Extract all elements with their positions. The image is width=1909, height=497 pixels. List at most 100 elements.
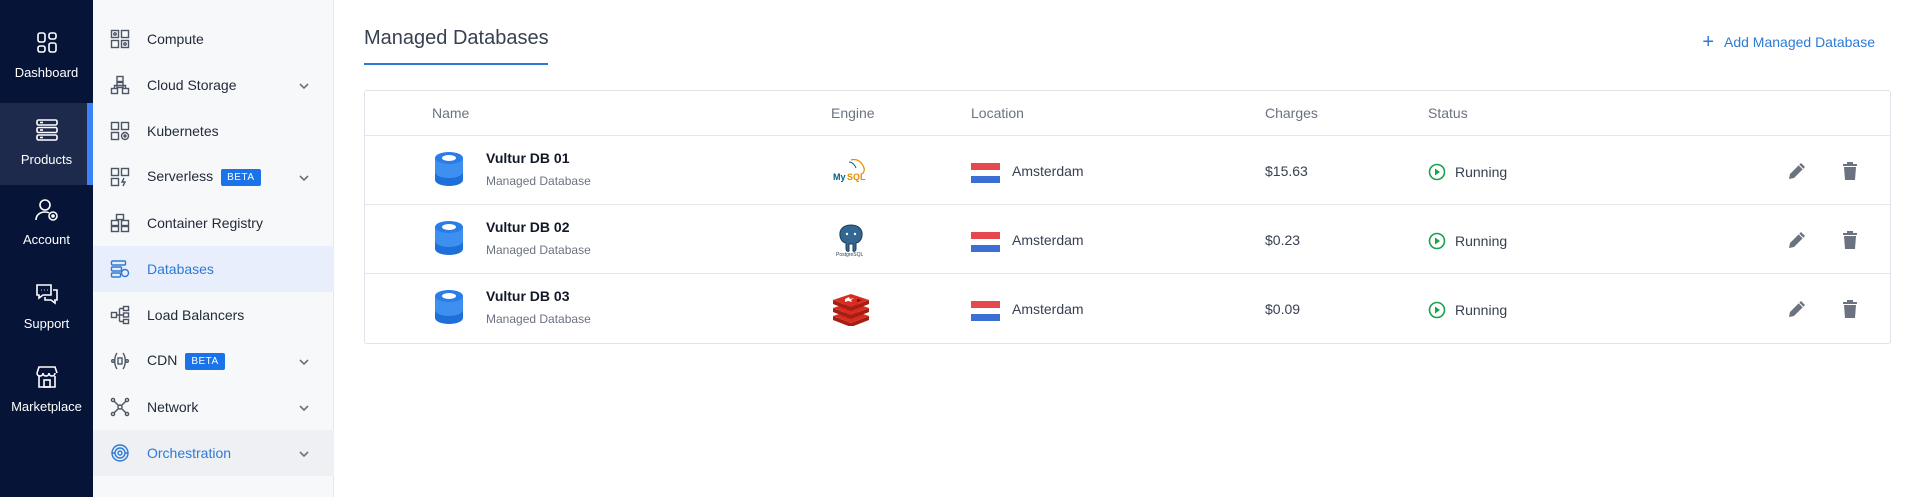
compute-icon [110, 29, 130, 49]
databases-icon [110, 259, 130, 279]
edit-icon[interactable] [1786, 229, 1808, 251]
status-text: Running [1455, 302, 1508, 318]
load-balancers-icon [110, 305, 130, 325]
sidebar-item-label: Container Registry [147, 215, 263, 231]
netherlands-flag-icon [971, 163, 1000, 183]
svg-text:PostgreSQL: PostgreSQL [836, 252, 863, 257]
database-icon [435, 290, 463, 324]
container-registry-icon [110, 213, 130, 233]
sidebar-item-compute[interactable]: Compute [93, 16, 334, 62]
chevron-down-icon[interactable] [298, 401, 310, 413]
page-title: Managed Databases [364, 27, 549, 49]
sidebar-item-cloud-storage[interactable]: Cloud Storage [93, 62, 334, 108]
sidebar-item-container-registry[interactable]: Container Registry [93, 200, 334, 246]
running-icon [1428, 301, 1446, 319]
column-header-status[interactable]: Status [1428, 105, 1468, 121]
rail-item-account[interactable]: Account [0, 197, 93, 257]
database-type: Managed Database [486, 243, 591, 257]
svg-text:SQL: SQL [847, 172, 866, 182]
database-type: Managed Database [486, 174, 591, 188]
account-icon [34, 199, 58, 221]
sidebar-item-kubernetes[interactable]: Kubernetes [93, 108, 334, 154]
sidebar-item-label: Databases [147, 261, 214, 277]
running-icon [1428, 163, 1446, 181]
primary-rail: Dashboard Products Account Support Marke… [0, 0, 93, 497]
edit-icon[interactable] [1786, 298, 1808, 320]
netherlands-flag-icon [971, 232, 1000, 252]
rail-item-label: Support [23, 316, 70, 331]
rail-item-dashboard[interactable]: Dashboard [0, 30, 93, 95]
rail-item-marketplace[interactable]: Marketplace [0, 364, 93, 424]
sidebar-item-label: Cloud Storage [147, 77, 237, 93]
status-badge: Running [1428, 232, 1507, 250]
status-text: Running [1455, 164, 1508, 180]
sidebar-item-label: Compute [147, 31, 204, 47]
page-title-underline [364, 63, 548, 65]
network-icon [110, 397, 130, 417]
beta-badge: BETA [185, 353, 225, 370]
sidebar-item-cdn[interactable]: CDN BETA [93, 338, 334, 384]
chevron-down-icon[interactable] [298, 79, 310, 91]
sidebar-item-label: Kubernetes [147, 123, 219, 139]
sidebar-item-label-text: CDN [147, 352, 178, 368]
column-header-charges[interactable]: Charges [1265, 105, 1318, 121]
database-type: Managed Database [486, 312, 591, 326]
netherlands-flag-icon [971, 301, 1000, 321]
rail-item-label: Products [20, 152, 73, 167]
delete-icon[interactable] [1839, 229, 1861, 251]
dashboard-icon [36, 32, 57, 53]
rail-item-label: Account [23, 232, 70, 247]
running-icon [1428, 232, 1446, 250]
database-icon [435, 152, 463, 186]
orchestration-icon [110, 443, 130, 463]
support-icon [35, 284, 58, 305]
column-header-engine[interactable]: Engine [831, 105, 875, 121]
postgresql-logo-icon: PostgreSQL [836, 224, 863, 257]
sidebar-item-databases[interactable]: Databases [93, 246, 334, 292]
sidebar-item-serverless[interactable]: Serverless BETA [93, 154, 334, 200]
chevron-down-icon[interactable] [298, 171, 310, 183]
database-name[interactable]: Vultur DB 03 [486, 288, 570, 304]
table-row[interactable]: Vultur DB 01 Managed Database My SQL Ams… [365, 136, 1890, 205]
edit-icon[interactable] [1786, 160, 1808, 182]
svg-text:My: My [833, 172, 846, 182]
column-header-name[interactable]: Name [432, 105, 469, 121]
location-text: Amsterdam [1012, 301, 1084, 317]
sidebar-item-label: Orchestration [147, 445, 232, 461]
sidebar-item-orchestration[interactable]: Orchestration [93, 430, 334, 476]
sidebar-item-network[interactable]: Network [93, 384, 334, 430]
column-header-location[interactable]: Location [971, 105, 1024, 121]
beta-badge: BETA [221, 169, 261, 186]
chevron-down-icon[interactable] [298, 447, 310, 459]
rail-item-label: Dashboard [14, 65, 79, 80]
databases-table: Name Engine Location Charges Status Vult… [364, 90, 1891, 344]
status-text: Running [1455, 233, 1508, 249]
rail-item-products[interactable]: Products [0, 103, 93, 185]
charges-text: $0.23 [1265, 232, 1301, 248]
location-text: Amsterdam [1012, 163, 1084, 179]
table-row[interactable]: Vultur DB 02 Managed Database PostgreSQL… [365, 205, 1890, 274]
add-managed-database-label: Add Managed Database [1724, 34, 1875, 50]
rail-item-label: Marketplace [11, 399, 82, 414]
marketplace-icon [35, 366, 58, 388]
redis-logo-icon [833, 294, 869, 326]
sidebar-item-label: Serverless BETA [147, 168, 261, 186]
plus-icon: + [1702, 31, 1714, 53]
sidebar-item-label: Network [147, 399, 199, 415]
delete-icon[interactable] [1839, 160, 1861, 182]
sidebar-item-label-text: Serverless [147, 168, 214, 184]
status-badge: Running [1428, 301, 1507, 319]
location-text: Amsterdam [1012, 232, 1084, 248]
database-name[interactable]: Vultur DB 02 [486, 219, 570, 235]
chevron-down-icon[interactable] [298, 355, 310, 367]
database-name[interactable]: Vultur DB 01 [486, 150, 570, 166]
table-row[interactable]: Vultur DB 03 Managed Database Amsterdam … [365, 274, 1890, 343]
delete-icon[interactable] [1839, 298, 1861, 320]
rail-item-support[interactable]: Support [0, 281, 93, 341]
add-managed-database-button[interactable]: + Add Managed Database [1702, 31, 1875, 53]
kubernetes-icon [110, 121, 130, 141]
cdn-icon [110, 351, 130, 371]
sidebar-item-load-balancers[interactable]: Load Balancers [93, 292, 334, 338]
products-icon [35, 119, 58, 141]
sidebar-item-label: CDN BETA [147, 352, 225, 370]
